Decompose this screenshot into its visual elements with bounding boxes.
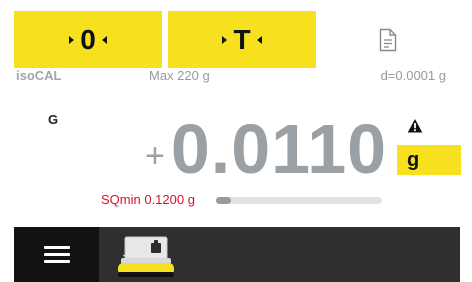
print-document-button[interactable] <box>316 11 460 68</box>
function-key-bar: 0 T <box>14 11 460 68</box>
menu-button[interactable] <box>14 227 99 282</box>
arrow-right-icon <box>69 35 75 44</box>
weight-value: 0.0110 <box>170 110 388 188</box>
tare-button[interactable]: T <box>168 11 316 68</box>
arrow-left-icon <box>256 35 262 44</box>
max-capacity: Max 220 g <box>149 68 210 83</box>
tare-label: T <box>233 23 251 55</box>
weight-sign: + <box>145 137 165 175</box>
sqmin-progress-fill <box>216 197 231 204</box>
weight-display: + 0.0110 <box>145 110 388 188</box>
balance-weighing-icon[interactable] <box>115 230 175 280</box>
zero-label: 0 <box>80 23 96 55</box>
program-name: isoCAL <box>16 68 62 83</box>
balance-screen: 0 T isoCAL Max 220 g d=0.0001 g G + 0.01… <box>0 0 472 282</box>
arrow-left-icon <box>101 35 107 44</box>
document-icon <box>379 28 397 51</box>
warning-icon <box>407 119 423 133</box>
arrow-right-icon <box>222 35 228 44</box>
readability: d=0.0001 g <box>380 68 446 83</box>
sqmin-progress-bar <box>216 197 382 204</box>
zero-button[interactable]: 0 <box>14 11 162 68</box>
unit-selector[interactable]: g <box>397 145 461 175</box>
info-line: isoCAL Max 220 g d=0.0001 g <box>14 68 460 86</box>
hamburger-menu-icon <box>43 242 70 267</box>
sqmin-label: SQmin 0.1200 g <box>101 192 195 207</box>
gross-indicator: G <box>48 112 59 127</box>
bottom-bar <box>14 227 460 282</box>
